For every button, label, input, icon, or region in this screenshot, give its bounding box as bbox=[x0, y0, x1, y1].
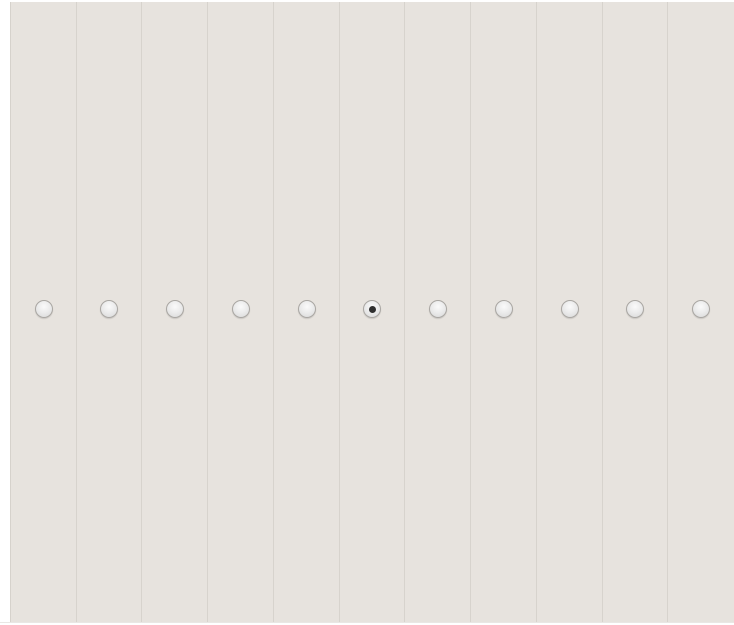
radio-column-6 bbox=[340, 2, 405, 622]
radio-column-10 bbox=[603, 2, 668, 622]
radio-button-8[interactable] bbox=[494, 300, 513, 318]
window-frame bbox=[0, 0, 734, 625]
radio-column-11 bbox=[668, 2, 734, 622]
radio-button-1[interactable] bbox=[34, 300, 53, 318]
radio-column-2 bbox=[77, 2, 142, 622]
radio-column-7 bbox=[405, 2, 471, 622]
radio-column-8 bbox=[471, 2, 537, 622]
radio-button-6[interactable] bbox=[363, 300, 381, 318]
radio-column-1 bbox=[11, 2, 77, 622]
radio-button-10[interactable] bbox=[626, 300, 644, 318]
radio-column-panel bbox=[10, 2, 734, 622]
bottom-divider bbox=[0, 622, 734, 623]
radio-button-2[interactable] bbox=[100, 300, 118, 318]
radio-column-9 bbox=[537, 2, 603, 622]
radio-button-3[interactable] bbox=[165, 300, 184, 318]
radio-column-5 bbox=[274, 2, 340, 622]
radio-column-3 bbox=[142, 2, 208, 622]
radio-button-9[interactable] bbox=[560, 300, 579, 318]
radio-button-7[interactable] bbox=[428, 300, 447, 318]
radio-button-4[interactable] bbox=[231, 300, 250, 318]
radio-button-5[interactable] bbox=[297, 300, 316, 318]
radio-column-4 bbox=[208, 2, 274, 622]
radio-button-11[interactable] bbox=[692, 300, 710, 318]
